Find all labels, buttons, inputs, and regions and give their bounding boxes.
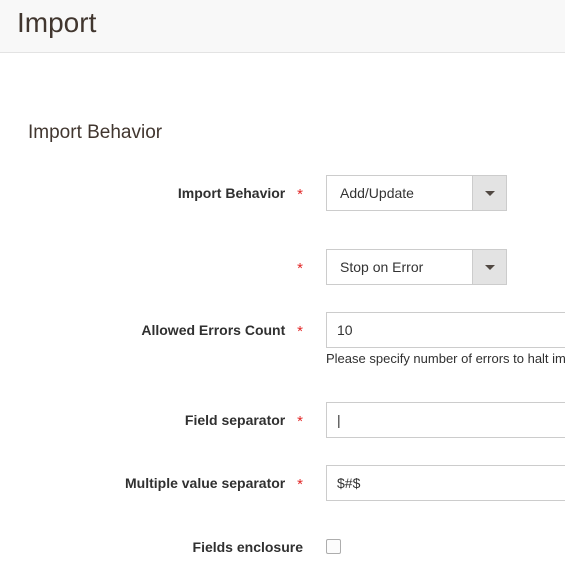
chevron-down-icon[interactable]	[472, 250, 506, 284]
select-import-behavior-value: Add/Update	[340, 185, 414, 201]
field-note-allowed-errors-count: Please specify number of errors to halt …	[326, 351, 565, 366]
field-label-import-behavior: Import Behavior *	[0, 175, 303, 211]
form-row-field-separator: Field separator *	[0, 402, 565, 438]
field-label-text: Fields enclosure	[192, 539, 303, 555]
form-row-fields-enclosure: Fields enclosure	[0, 529, 565, 565]
field-label-text: Import Behavior	[177, 185, 286, 201]
fields-enclosure-checkbox[interactable]	[326, 539, 341, 554]
page-title: Import	[17, 7, 97, 38]
field-separator-input[interactable]	[326, 402, 565, 438]
required-asterisk: *	[297, 186, 303, 203]
form-row-error-handling: * Stop on Error	[0, 249, 565, 285]
chevron-down-icon[interactable]	[472, 176, 506, 210]
page-header: Import	[0, 0, 565, 53]
import-behavior-content: Import Behavior Import Behavior * Add/Up…	[0, 53, 565, 555]
field-label-text: Field separator	[184, 412, 286, 428]
required-asterisk: *	[297, 323, 303, 340]
section-heading-import-behavior: Import Behavior	[28, 122, 163, 143]
multiple-value-separator-input[interactable]	[326, 465, 565, 501]
field-label-field-separator: Field separator *	[0, 402, 303, 438]
required-asterisk: *	[297, 413, 303, 430]
form-row-allowed-errors-count: Allowed Errors Count * Please specify nu…	[0, 312, 565, 366]
field-label-text: Allowed Errors Count	[141, 322, 286, 338]
select-import-behavior[interactable]: Add/Update	[326, 175, 507, 211]
form-row-multiple-value-separator: Multiple value separator *	[0, 465, 565, 501]
form-row-import-behavior: Import Behavior * Add/Update	[0, 175, 565, 211]
required-asterisk: *	[297, 476, 303, 493]
field-label-multiple-value-separator: Multiple value separator *	[0, 465, 303, 501]
field-label-error-handling: *	[0, 249, 303, 285]
field-label-fields-enclosure: Fields enclosure	[0, 529, 303, 565]
fields-enclosure-checkbox-wrapper	[326, 529, 341, 554]
field-label-text: Multiple value separator	[124, 475, 286, 491]
field-label-allowed-errors-count: Allowed Errors Count *	[0, 312, 303, 348]
select-error-handling-wrapper: Stop on Error	[326, 249, 507, 285]
required-asterisk: *	[297, 260, 303, 277]
select-import-behavior-wrapper: Add/Update	[326, 175, 507, 211]
allowed-errors-count-input[interactable]	[326, 312, 565, 348]
select-error-handling-value: Stop on Error	[340, 259, 424, 275]
select-error-handling[interactable]: Stop on Error	[326, 249, 507, 285]
